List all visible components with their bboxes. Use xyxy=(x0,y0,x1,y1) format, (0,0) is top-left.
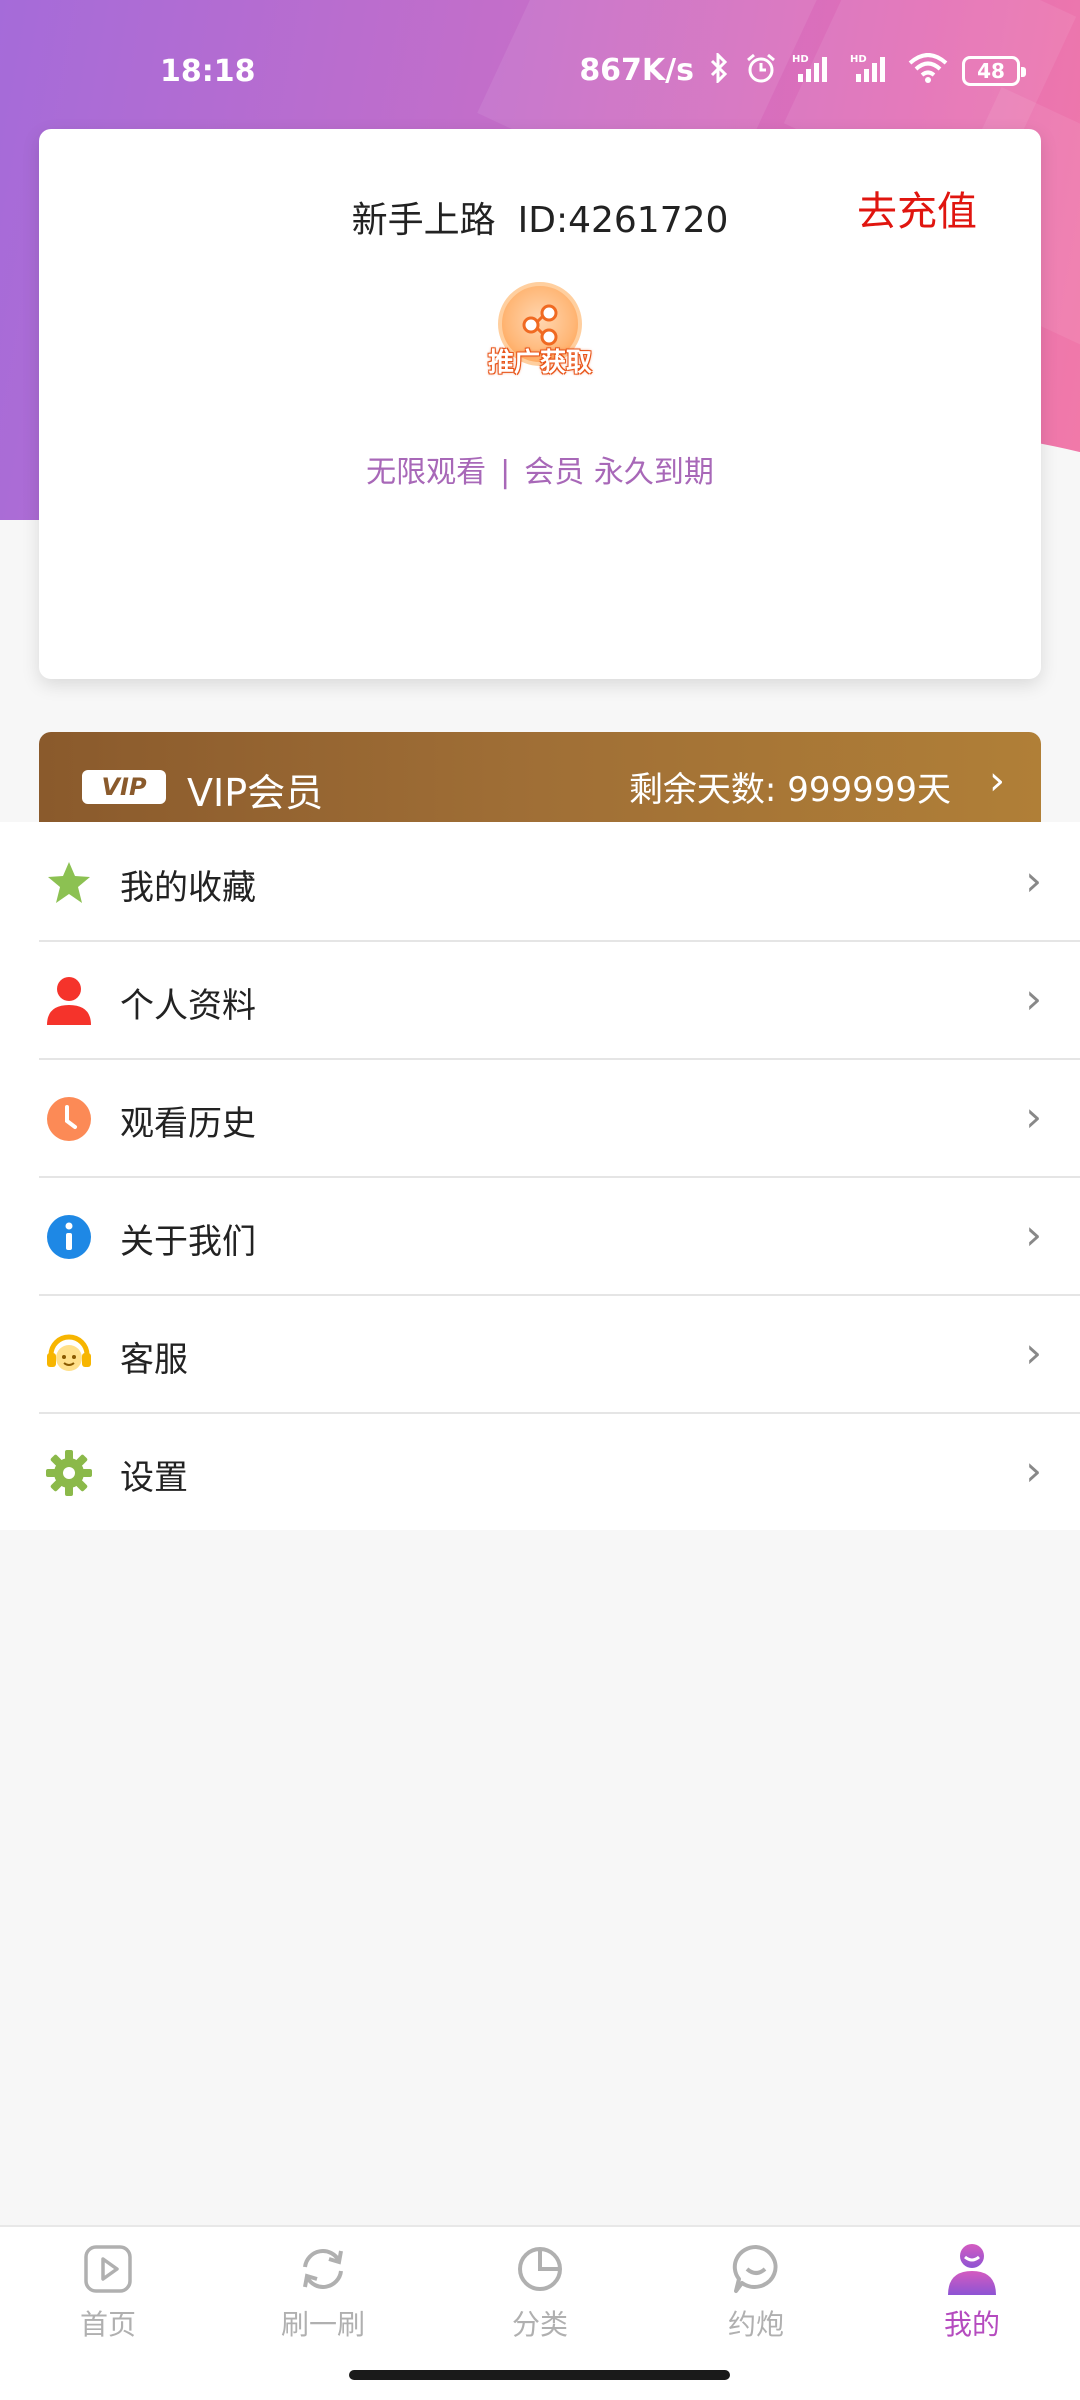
wifi-icon xyxy=(908,53,948,88)
battery-icon: 48 xyxy=(962,55,1026,86)
svg-text:HD: HD xyxy=(850,54,867,65)
membership-status: 无限观看 | 会员 永久到期 xyxy=(39,447,1041,491)
watch-status: 无限观看 xyxy=(366,455,487,490)
vip-title: VIP会员 xyxy=(187,771,324,815)
user-level: 新手上路 xyxy=(351,200,496,241)
gear-icon xyxy=(45,1449,93,1497)
pie-chart-icon xyxy=(518,2247,562,2291)
promo-button[interactable]: 推广获取 xyxy=(480,282,600,392)
hd-signal-icon: HD xyxy=(850,52,894,89)
bluetooth-icon xyxy=(708,51,730,88)
membership-expiry: 会员 永久到期 xyxy=(524,455,714,490)
menu-item-settings[interactable]: 设置 › xyxy=(0,1412,1080,1530)
menu-item-label: 设置 xyxy=(120,1458,188,1498)
nav-categories[interactable]: 分类 xyxy=(460,2241,620,2361)
profile-icon xyxy=(948,2244,996,2295)
vip-badge: VIP xyxy=(82,770,166,804)
chat-icon xyxy=(732,2244,778,2293)
menu-item-profile[interactable]: 个人资料 › xyxy=(0,940,1080,1058)
status-bar: 18:18 867K/s HD HD 48 xyxy=(0,0,1080,140)
chevron-right-icon: › xyxy=(989,758,1005,804)
nav-dating[interactable]: 约炮 xyxy=(676,2241,836,2361)
play-icon xyxy=(84,2245,132,2293)
menu-item-label: 观看历史 xyxy=(120,1104,256,1144)
star-icon xyxy=(45,859,93,907)
nav-mine[interactable]: 我的 xyxy=(892,2241,1052,2361)
menu-item-label: 个人资料 xyxy=(120,986,256,1026)
user-icon xyxy=(45,977,93,1025)
nav-refresh[interactable]: 刷一刷 xyxy=(243,2241,403,2361)
nav-label: 分类 xyxy=(511,2308,568,2341)
network-speed: 867K/s xyxy=(579,53,694,88)
svg-text:HD: HD xyxy=(792,54,809,65)
nav-label: 刷一刷 xyxy=(280,2308,365,2341)
menu-item-label: 我的收藏 xyxy=(120,868,256,908)
nav-label: 约炮 xyxy=(727,2308,784,2341)
status-time: 18:18 xyxy=(160,54,256,89)
menu-item-favorites[interactable]: 我的收藏 › xyxy=(0,822,1080,940)
chevron-right-icon: › xyxy=(1025,856,1042,905)
clock-icon xyxy=(45,1095,93,1143)
nav-label: 我的 xyxy=(943,2308,1000,2341)
chevron-right-icon: › xyxy=(1025,1328,1042,1377)
promo-label: 推广获取 xyxy=(487,348,592,378)
user-id: ID:4261720 xyxy=(517,200,729,241)
status-indicators: 867K/s HD HD 48 xyxy=(579,51,1026,89)
recharge-link[interactable]: 去充值 xyxy=(857,179,977,237)
customer-service-icon xyxy=(45,1331,93,1379)
home-indicator xyxy=(349,2370,730,2380)
menu-list: 我的收藏 › 个人资料 › 观看历史 › 关于我们 › 客服 › 设置 › xyxy=(0,822,1080,1530)
info-icon xyxy=(45,1213,93,1261)
nav-label: 首页 xyxy=(79,2308,136,2341)
chevron-right-icon: › xyxy=(1025,1092,1042,1141)
profile-card: 新手上路 ID:4261720 去充值 推广获取 无限观看 | 会员 永久到期 xyxy=(39,129,1041,679)
alarm-icon xyxy=(744,52,778,89)
menu-item-label: 关于我们 xyxy=(120,1222,256,1262)
refresh-icon xyxy=(303,2249,343,2289)
chevron-right-icon: › xyxy=(1025,1210,1042,1259)
menu-item-history[interactable]: 观看历史 › xyxy=(0,1058,1080,1176)
hd-signal-icon: HD xyxy=(792,52,836,89)
chevron-right-icon: › xyxy=(1025,1446,1042,1495)
chevron-right-icon: › xyxy=(1025,974,1042,1023)
menu-item-about[interactable]: 关于我们 › xyxy=(0,1176,1080,1294)
separator: | xyxy=(500,455,511,490)
vip-remaining-days: 剩余天数: 999999天 xyxy=(628,770,951,810)
menu-item-label: 客服 xyxy=(120,1340,188,1380)
menu-item-customer-service[interactable]: 客服 › xyxy=(0,1294,1080,1412)
nav-home[interactable]: 首页 xyxy=(28,2241,188,2361)
